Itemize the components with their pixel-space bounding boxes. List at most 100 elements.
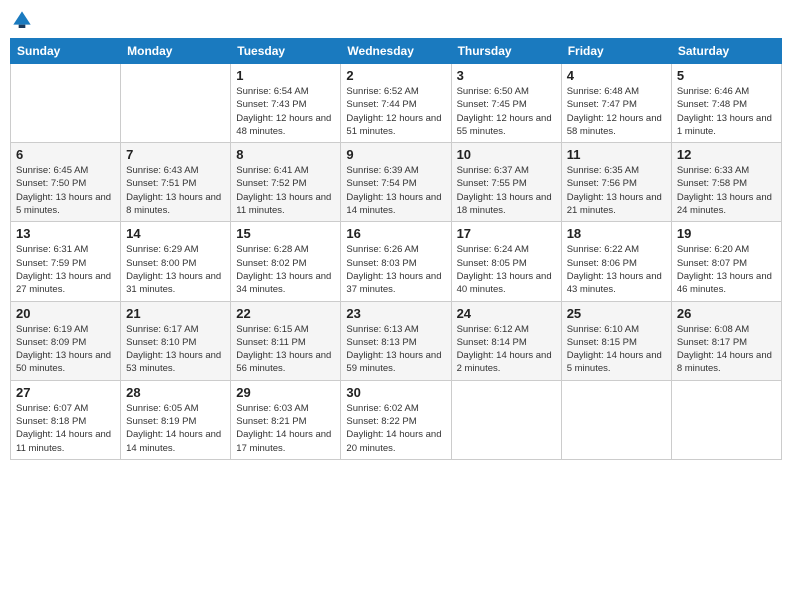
calendar-header-row: SundayMondayTuesdayWednesdayThursdayFrid… bbox=[11, 39, 782, 64]
calendar-cell bbox=[451, 380, 561, 459]
header bbox=[10, 10, 782, 30]
calendar-cell: 1 Sunrise: 6:54 AM Sunset: 7:43 PM Daylig… bbox=[231, 64, 341, 143]
day-number: 12 bbox=[677, 147, 776, 162]
calendar-dow-thursday: Thursday bbox=[451, 39, 561, 64]
calendar-cell: 29Sunrise: 6:03 AM Sunset: 8:21 PM Dayli… bbox=[231, 380, 341, 459]
calendar-cell: 5 Sunrise: 6:46 AM Sunset: 7:48 PM Daylig… bbox=[671, 64, 781, 143]
day-info: Sunrise: 6:46 AM Sunset: 7:48 PM Dayligh… bbox=[677, 85, 776, 138]
day-number: 6 bbox=[16, 147, 115, 162]
day-info: Sunrise: 6:17 AM Sunset: 8:10 PM Dayligh… bbox=[126, 323, 225, 376]
calendar-cell: 21Sunrise: 6:17 AM Sunset: 8:10 PM Dayli… bbox=[121, 301, 231, 380]
day-info: Sunrise: 6:35 AM Sunset: 7:56 PM Dayligh… bbox=[567, 164, 666, 217]
day-info: Sunrise: 6:33 AM Sunset: 7:58 PM Dayligh… bbox=[677, 164, 776, 217]
calendar-cell: 8 Sunrise: 6:41 AM Sunset: 7:52 PM Daylig… bbox=[231, 143, 341, 222]
day-number: 16 bbox=[346, 226, 445, 241]
calendar-cell: 19 Sunrise: 6:20 AM Sunset: 8:07 PM Dayli… bbox=[671, 222, 781, 301]
day-number: 17 bbox=[457, 226, 556, 241]
calendar-cell: 9 Sunrise: 6:39 AM Sunset: 7:54 PM Daylig… bbox=[341, 143, 451, 222]
day-info: Sunrise: 6:50 AM Sunset: 7:45 PM Dayligh… bbox=[457, 85, 556, 138]
day-info: Sunrise: 6:08 AM Sunset: 8:17 PM Dayligh… bbox=[677, 323, 776, 376]
calendar-cell: 3 Sunrise: 6:50 AM Sunset: 7:45 PM Daylig… bbox=[451, 64, 561, 143]
day-info: Sunrise: 6:15 AM Sunset: 8:11 PM Dayligh… bbox=[236, 323, 335, 376]
calendar-cell: 23Sunrise: 6:13 AM Sunset: 8:13 PM Dayli… bbox=[341, 301, 451, 380]
calendar-cell: 22Sunrise: 6:15 AM Sunset: 8:11 PM Dayli… bbox=[231, 301, 341, 380]
calendar-cell: 11 Sunrise: 6:35 AM Sunset: 7:56 PM Dayli… bbox=[561, 143, 671, 222]
day-number: 4 bbox=[567, 68, 666, 83]
day-number: 14 bbox=[126, 226, 225, 241]
day-info: Sunrise: 6:13 AM Sunset: 8:13 PM Dayligh… bbox=[346, 323, 445, 376]
calendar-cell: 18 Sunrise: 6:22 AM Sunset: 8:06 PM Dayli… bbox=[561, 222, 671, 301]
day-info: Sunrise: 6:20 AM Sunset: 8:07 PM Dayligh… bbox=[677, 243, 776, 296]
calendar-dow-wednesday: Wednesday bbox=[341, 39, 451, 64]
day-number: 9 bbox=[346, 147, 445, 162]
day-number: 1 bbox=[236, 68, 335, 83]
calendar-cell: 28 Sunrise: 6:05 AM Sunset: 8:19 PM Dayli… bbox=[121, 380, 231, 459]
day-number: 11 bbox=[567, 147, 666, 162]
day-number: 26 bbox=[677, 306, 776, 321]
calendar-cell: 20 Sunrise: 6:19 AM Sunset: 8:09 PM Dayli… bbox=[11, 301, 121, 380]
calendar-dow-monday: Monday bbox=[121, 39, 231, 64]
calendar-cell: 4 Sunrise: 6:48 AM Sunset: 7:47 PM Daylig… bbox=[561, 64, 671, 143]
calendar-week-4: 20 Sunrise: 6:19 AM Sunset: 8:09 PM Dayli… bbox=[11, 301, 782, 380]
calendar-cell: 12 Sunrise: 6:33 AM Sunset: 7:58 PM Dayli… bbox=[671, 143, 781, 222]
calendar-cell: 30Sunrise: 6:02 AM Sunset: 8:22 PM Dayli… bbox=[341, 380, 451, 459]
day-number: 19 bbox=[677, 226, 776, 241]
calendar-cell: 6 Sunrise: 6:45 AM Sunset: 7:50 PM Daylig… bbox=[11, 143, 121, 222]
day-number: 8 bbox=[236, 147, 335, 162]
day-number: 20 bbox=[16, 306, 115, 321]
day-number: 25 bbox=[567, 306, 666, 321]
calendar-cell bbox=[121, 64, 231, 143]
calendar-table: SundayMondayTuesdayWednesdayThursdayFrid… bbox=[10, 38, 782, 460]
calendar-week-2: 6 Sunrise: 6:45 AM Sunset: 7:50 PM Daylig… bbox=[11, 143, 782, 222]
day-number: 24 bbox=[457, 306, 556, 321]
day-number: 7 bbox=[126, 147, 225, 162]
day-info: Sunrise: 6:12 AM Sunset: 8:14 PM Dayligh… bbox=[457, 323, 556, 376]
day-info: Sunrise: 6:39 AM Sunset: 7:54 PM Dayligh… bbox=[346, 164, 445, 217]
logo-icon bbox=[12, 10, 32, 30]
day-number: 28 bbox=[126, 385, 225, 400]
day-info: Sunrise: 6:10 AM Sunset: 8:15 PM Dayligh… bbox=[567, 323, 666, 376]
calendar-dow-friday: Friday bbox=[561, 39, 671, 64]
day-info: Sunrise: 6:05 AM Sunset: 8:19 PM Dayligh… bbox=[126, 402, 225, 455]
page: SundayMondayTuesdayWednesdayThursdayFrid… bbox=[0, 0, 792, 612]
day-info: Sunrise: 6:19 AM Sunset: 8:09 PM Dayligh… bbox=[16, 323, 115, 376]
day-number: 5 bbox=[677, 68, 776, 83]
calendar-cell: 16 Sunrise: 6:26 AM Sunset: 8:03 PM Dayli… bbox=[341, 222, 451, 301]
calendar-cell: 7 Sunrise: 6:43 AM Sunset: 7:51 PM Daylig… bbox=[121, 143, 231, 222]
day-info: Sunrise: 6:02 AM Sunset: 8:22 PM Dayligh… bbox=[346, 402, 445, 455]
day-number: 15 bbox=[236, 226, 335, 241]
calendar-cell: 2Sunrise: 6:52 AM Sunset: 7:44 PM Daylig… bbox=[341, 64, 451, 143]
calendar-cell: 24 Sunrise: 6:12 AM Sunset: 8:14 PM Dayli… bbox=[451, 301, 561, 380]
day-number: 18 bbox=[567, 226, 666, 241]
calendar-cell: 25 Sunrise: 6:10 AM Sunset: 8:15 PM Dayli… bbox=[561, 301, 671, 380]
day-info: Sunrise: 6:31 AM Sunset: 7:59 PM Dayligh… bbox=[16, 243, 115, 296]
calendar-cell: 13Sunrise: 6:31 AM Sunset: 7:59 PM Dayli… bbox=[11, 222, 121, 301]
calendar-dow-tuesday: Tuesday bbox=[231, 39, 341, 64]
day-info: Sunrise: 6:37 AM Sunset: 7:55 PM Dayligh… bbox=[457, 164, 556, 217]
day-info: Sunrise: 6:22 AM Sunset: 8:06 PM Dayligh… bbox=[567, 243, 666, 296]
calendar-cell bbox=[671, 380, 781, 459]
day-info: Sunrise: 6:07 AM Sunset: 8:18 PM Dayligh… bbox=[16, 402, 115, 455]
day-info: Sunrise: 6:43 AM Sunset: 7:51 PM Dayligh… bbox=[126, 164, 225, 217]
calendar-dow-sunday: Sunday bbox=[11, 39, 121, 64]
day-number: 2 bbox=[346, 68, 445, 83]
day-number: 10 bbox=[457, 147, 556, 162]
calendar-dow-saturday: Saturday bbox=[671, 39, 781, 64]
calendar-cell: 15Sunrise: 6:28 AM Sunset: 8:02 PM Dayli… bbox=[231, 222, 341, 301]
calendar-week-1: 1 Sunrise: 6:54 AM Sunset: 7:43 PM Daylig… bbox=[11, 64, 782, 143]
day-info: Sunrise: 6:54 AM Sunset: 7:43 PM Dayligh… bbox=[236, 85, 335, 138]
calendar-cell bbox=[561, 380, 671, 459]
day-number: 27 bbox=[16, 385, 115, 400]
day-info: Sunrise: 6:03 AM Sunset: 8:21 PM Dayligh… bbox=[236, 402, 335, 455]
day-number: 3 bbox=[457, 68, 556, 83]
calendar-week-3: 13Sunrise: 6:31 AM Sunset: 7:59 PM Dayli… bbox=[11, 222, 782, 301]
calendar-cell: 10 Sunrise: 6:37 AM Sunset: 7:55 PM Dayli… bbox=[451, 143, 561, 222]
calendar-cell: 27 Sunrise: 6:07 AM Sunset: 8:18 PM Dayli… bbox=[11, 380, 121, 459]
calendar-cell bbox=[11, 64, 121, 143]
day-info: Sunrise: 6:45 AM Sunset: 7:50 PM Dayligh… bbox=[16, 164, 115, 217]
day-info: Sunrise: 6:41 AM Sunset: 7:52 PM Dayligh… bbox=[236, 164, 335, 217]
calendar-cell: 14Sunrise: 6:29 AM Sunset: 8:00 PM Dayli… bbox=[121, 222, 231, 301]
calendar-cell: 17Sunrise: 6:24 AM Sunset: 8:05 PM Dayli… bbox=[451, 222, 561, 301]
day-info: Sunrise: 6:26 AM Sunset: 8:03 PM Dayligh… bbox=[346, 243, 445, 296]
day-info: Sunrise: 6:48 AM Sunset: 7:47 PM Dayligh… bbox=[567, 85, 666, 138]
